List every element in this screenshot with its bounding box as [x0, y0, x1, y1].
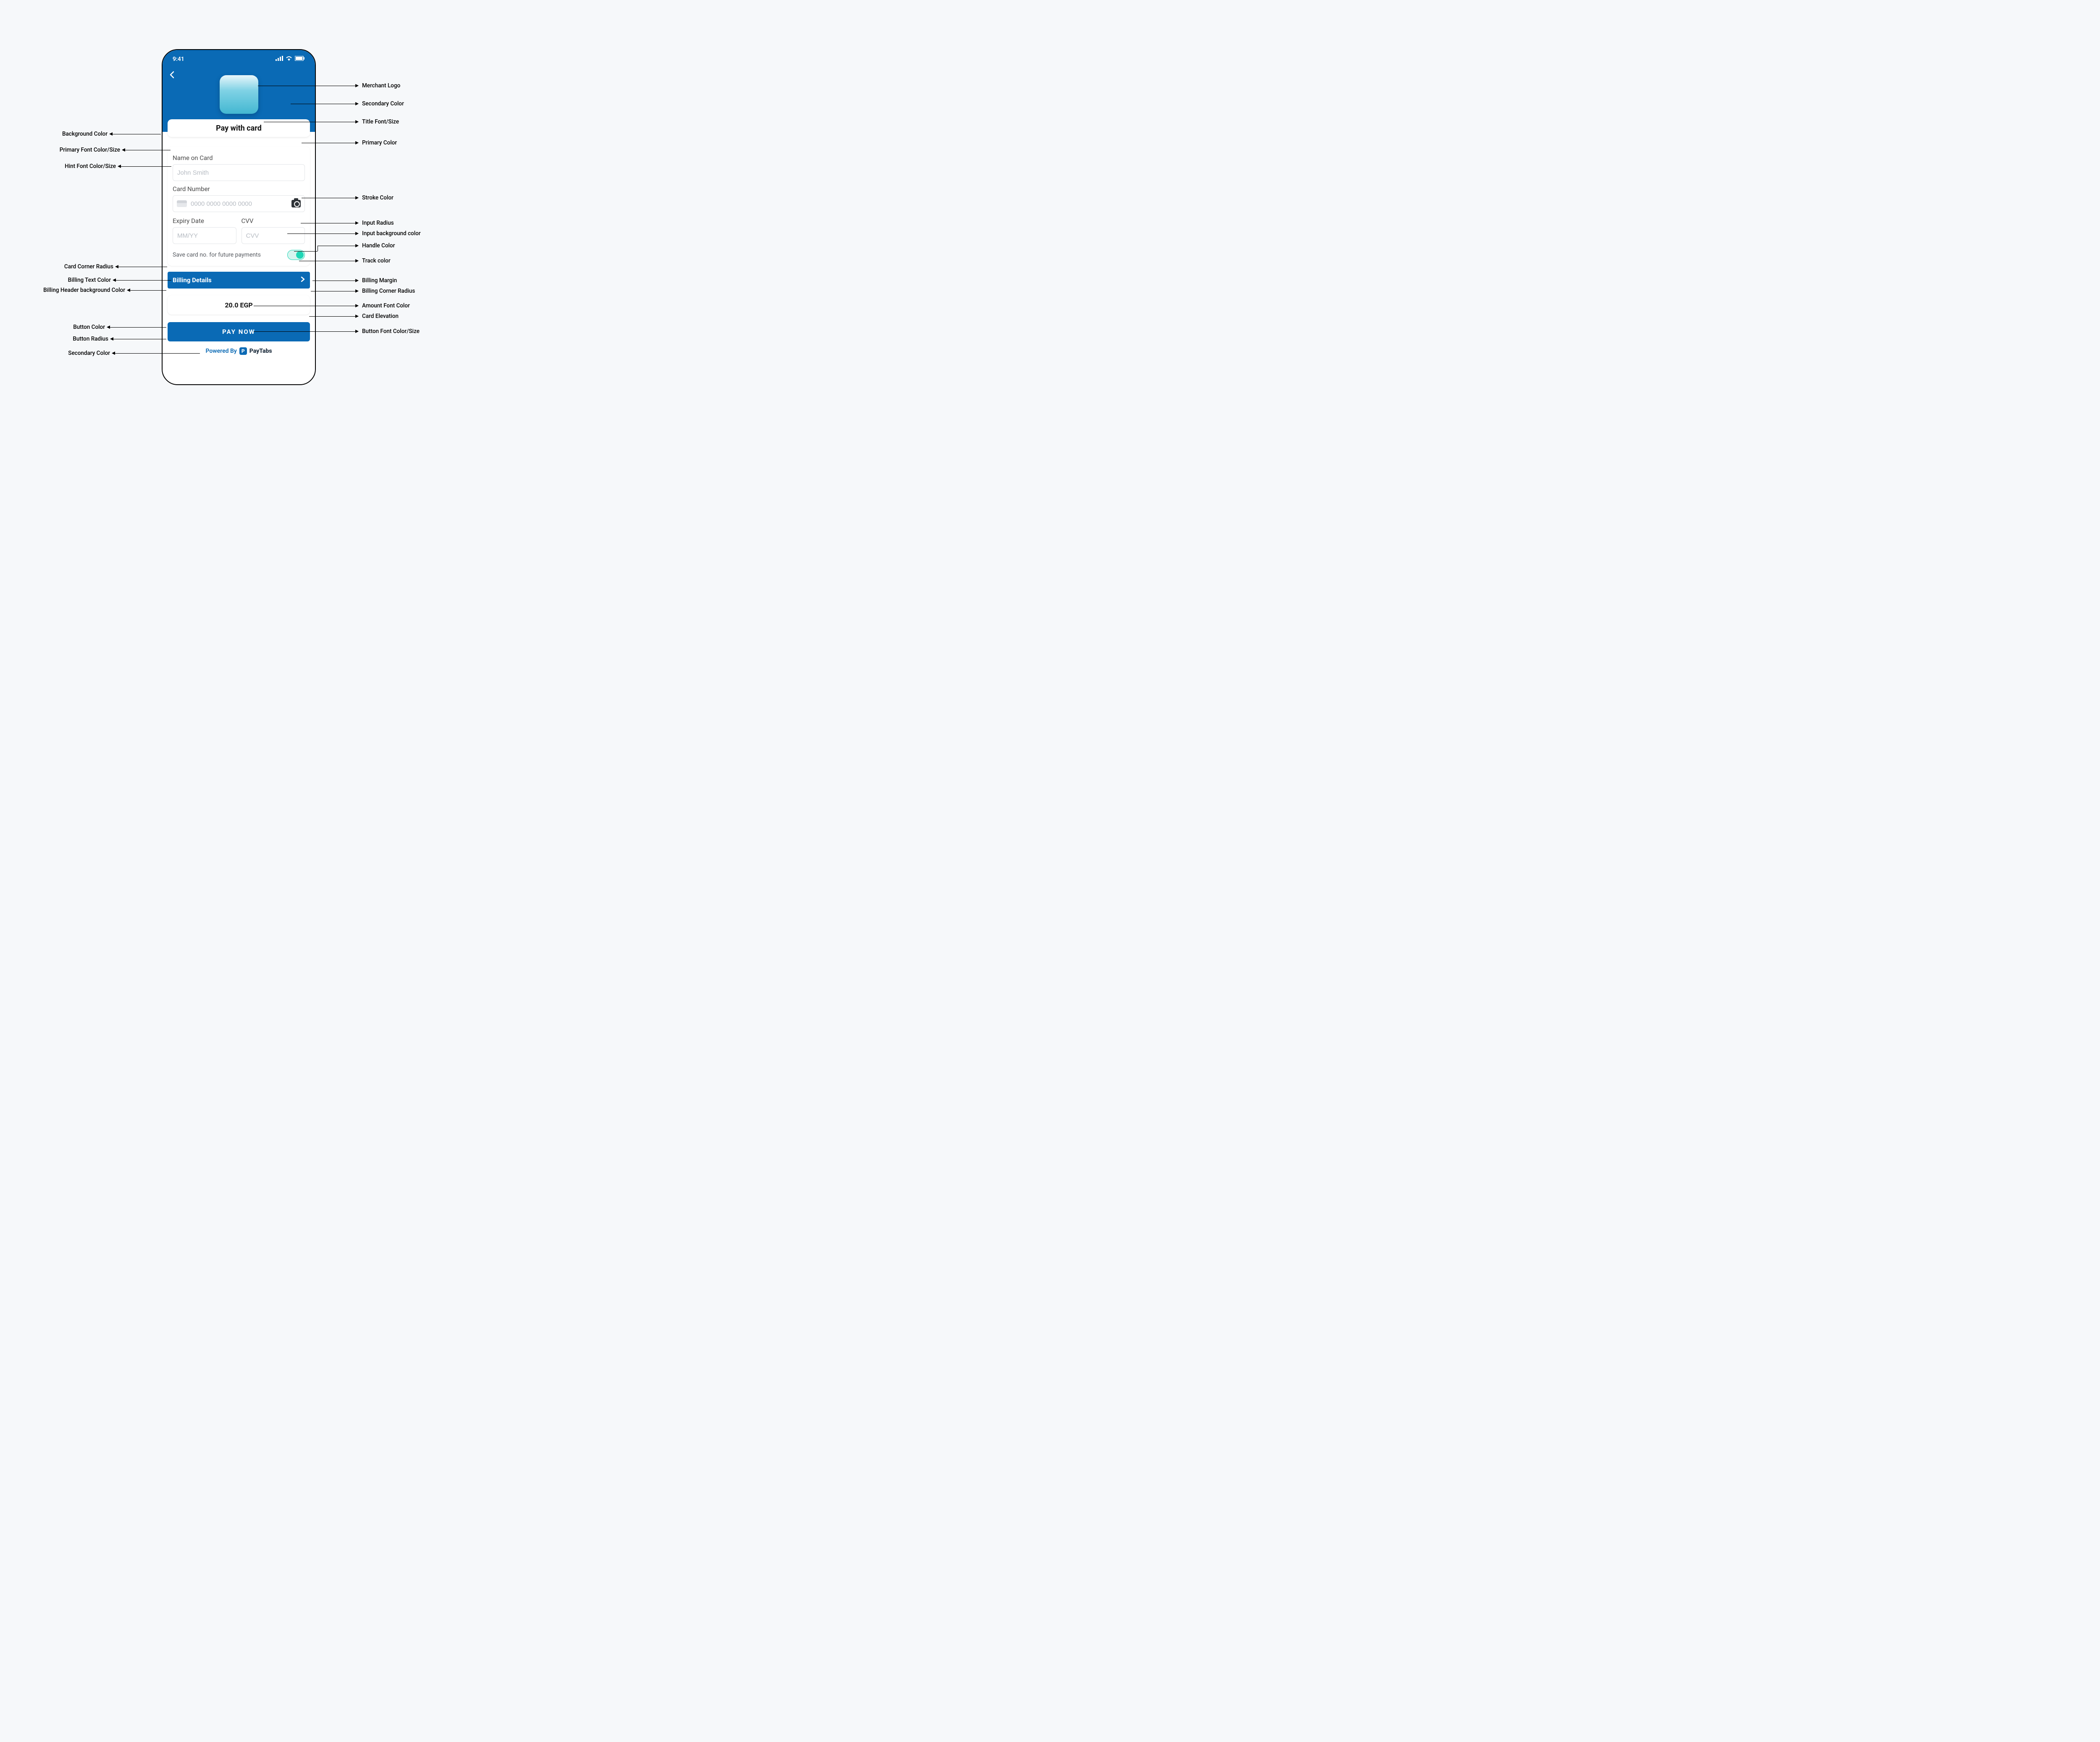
amount-card: 20.0 EGP — [168, 295, 310, 315]
callout-primary-color: Primary Color — [362, 139, 397, 146]
callout-primary-font: Primary Font Color/Size — [0, 147, 120, 153]
billing-header[interactable]: Billing Details — [168, 272, 310, 289]
arrow-head-icon — [113, 278, 116, 282]
status-indicators — [276, 56, 305, 63]
arrow-head-icon — [115, 265, 118, 268]
callout-input-bg: Input background color — [362, 230, 421, 237]
callout-amount-font: Amount Font Color — [362, 302, 410, 309]
content-area: Name on Card Card Number Expiry Date CVV — [163, 142, 315, 384]
callout-merchant-logo: Merchant Logo — [362, 82, 400, 89]
arrow-head-icon — [355, 102, 359, 105]
callout-button-radius: Button Radius — [0, 336, 108, 342]
arrow-head-icon — [355, 196, 359, 199]
arrow-head-icon — [118, 165, 121, 168]
arrow-head-icon — [355, 289, 359, 293]
battery-icon — [295, 56, 305, 63]
arrow-head-icon — [355, 315, 359, 318]
paytabs-badge-icon: P — [239, 347, 247, 355]
arrow-head-icon — [109, 132, 113, 136]
callout-billing-margin: Billing Margin — [362, 277, 397, 284]
arrow-line — [294, 251, 318, 252]
callout-billing-header-bg: Billing Header background Color — [0, 287, 125, 294]
arrow-line — [254, 331, 355, 332]
cvv-label: CVV — [242, 217, 305, 225]
arrow-line — [130, 290, 166, 291]
arrow-line — [115, 353, 200, 354]
arrow-head-icon — [127, 289, 130, 292]
card-icon — [177, 200, 187, 207]
arrow-head-icon — [355, 279, 359, 282]
arrow-head-icon — [355, 84, 359, 87]
arrow-head-icon — [355, 221, 359, 225]
callout-secondary-color-l: Secondary Color — [0, 350, 110, 357]
arrow-head-icon — [355, 304, 359, 307]
callout-billing-text: Billing Text Color — [0, 277, 111, 283]
expiry-label: Expiry Date — [173, 217, 236, 225]
back-button[interactable] — [169, 71, 174, 81]
save-card-label: Save card no. for future payments — [173, 252, 261, 258]
status-bar: 9:41 — [163, 50, 315, 68]
card-number-label: Card Number — [173, 185, 305, 193]
paytabs-text: PayTabs — [249, 348, 272, 354]
arrow-head-icon — [112, 352, 115, 355]
amount-text: 20.0 EGP — [225, 301, 252, 309]
callout-secondary-color-r: Secondary Color — [362, 100, 404, 107]
arrow-head-icon — [355, 330, 359, 333]
wifi-icon — [286, 56, 292, 63]
callout-bg-color: Background Color — [0, 131, 108, 137]
callout-button-font: Button Font Color/Size — [362, 328, 420, 335]
arrow-head-icon — [110, 337, 113, 341]
powered-label: Powered By — [205, 348, 236, 354]
name-input[interactable] — [173, 164, 305, 181]
arrow-line — [110, 327, 166, 328]
callout-track-color: Track color — [362, 257, 391, 264]
arrow-head-icon — [107, 325, 110, 329]
callout-billing-radius: Billing Corner Radius — [362, 288, 415, 294]
status-time: 9:41 — [173, 56, 184, 63]
arrow-head-icon — [355, 259, 359, 262]
pay-button[interactable]: PAY NOW — [168, 322, 310, 341]
billing-label: Billing Details — [173, 276, 212, 284]
callout-card-elev: Card Elevation — [362, 313, 399, 320]
chevron-right-icon — [301, 276, 305, 284]
callout-stroke-color: Stroke Color — [362, 194, 394, 201]
arrow-head-icon — [355, 232, 359, 235]
callout-card-radius: Card Corner Radius — [0, 263, 113, 270]
arrow-head-icon — [355, 244, 359, 247]
arrow-line — [121, 166, 171, 167]
callout-button-color: Button Color — [0, 324, 105, 331]
arrow-line — [116, 280, 171, 281]
arrow-head-icon — [355, 120, 359, 123]
expiry-input[interactable] — [173, 227, 236, 244]
arrow-head-icon — [355, 141, 359, 144]
callout-hint-font: Hint Font Color/Size — [0, 163, 116, 170]
page-title: Pay with card — [216, 124, 262, 133]
camera-icon[interactable] — [291, 200, 301, 207]
callout-input-radius: Input Radius — [362, 220, 394, 226]
pay-button-label: PAY NOW — [222, 328, 255, 336]
merchant-logo — [220, 75, 258, 114]
arrow-line — [309, 316, 355, 317]
card-number-wrap — [173, 195, 305, 212]
powered-by: Powered By P PayTabs — [163, 347, 315, 355]
arrow-line — [287, 233, 355, 234]
signal-icon — [276, 56, 283, 63]
card-number-input[interactable] — [173, 195, 305, 212]
cvv-input[interactable] — [242, 227, 305, 244]
toggle-handle — [296, 251, 304, 259]
save-card-row: Save card no. for future payments — [173, 250, 305, 260]
phone-frame: 9:41 Pay with card Name on Card — [162, 49, 316, 385]
callout-title-font: Title Font/Size — [362, 118, 399, 125]
arrow-head-icon — [122, 148, 125, 152]
form-card: Name on Card Card Number Expiry Date CVV — [168, 147, 310, 266]
callout-handle-color: Handle Color — [362, 242, 395, 249]
name-label: Name on Card — [173, 154, 305, 162]
